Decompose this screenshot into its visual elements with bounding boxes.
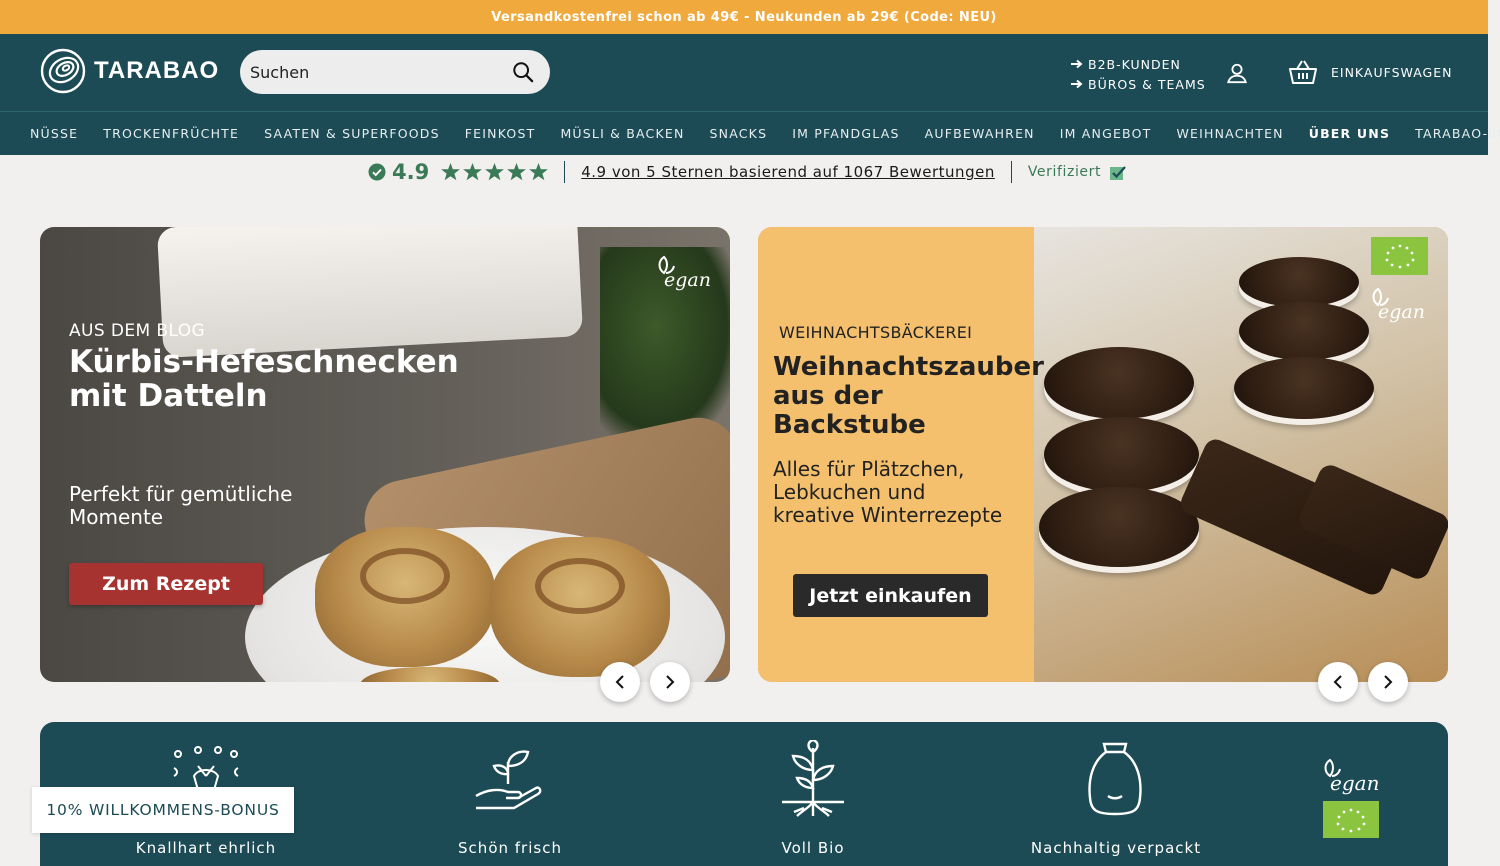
chevron-left-icon xyxy=(1333,675,1342,689)
main-nav: NÜSSE TROCKENFRÜCHTE SAATEN & SUPERFOODS… xyxy=(0,111,1500,155)
bag-icon xyxy=(1088,742,1142,816)
cookie xyxy=(1039,487,1199,567)
search-box xyxy=(240,50,550,94)
vegan-logo-icon: egan xyxy=(1372,287,1425,323)
rating-score: 4.9 xyxy=(392,160,430,184)
nav-item-saaten-superfoods[interactable]: SAATEN & SUPERFOODS xyxy=(264,126,440,141)
logo[interactable]: TARABAO xyxy=(40,48,219,94)
star-icon xyxy=(507,163,527,181)
logo-text: TARABAO xyxy=(94,57,220,84)
vegan-logo-icon: egan xyxy=(1324,758,1379,795)
offices-label: BÜROS & TEAMS xyxy=(1088,76,1206,92)
eu-leaf-icon xyxy=(1336,808,1366,832)
cookie xyxy=(1239,302,1369,360)
eu-organic-icon xyxy=(1371,237,1428,275)
plant-hand-icon xyxy=(475,750,542,810)
verified-badge: Verifiziert xyxy=(1028,164,1126,181)
nav-item-im-angebot[interactable]: IM ANGEBOT xyxy=(1060,126,1152,141)
basket-icon xyxy=(1289,60,1317,84)
cookie xyxy=(1044,417,1199,492)
welcome-bonus-label: 10% WILLKOMMENS-BONUS xyxy=(46,801,280,819)
slider1-prev-button[interactable] xyxy=(600,662,640,702)
usp-label: Nachhaltig verpackt xyxy=(1030,839,1202,857)
usp-label: Knallhart ehrlich xyxy=(135,839,277,857)
svg-text:egan: egan xyxy=(1378,301,1425,323)
slide-kicker: AUS DEM BLOG xyxy=(69,321,206,341)
chevron-left-icon xyxy=(615,675,624,689)
cookie xyxy=(1239,257,1359,307)
blog-slide[interactable]: egan AUS DEM BLOG Kürbis-Hefeschnecken m… xyxy=(40,227,730,682)
slide-kicker: WEIHNACHTSBÄCKEREI xyxy=(779,323,973,342)
eu-leaf-icon xyxy=(1385,244,1414,269)
cart-link[interactable]: EINKAUFSWAGEN xyxy=(1289,59,1452,85)
slider1-next-button[interactable] xyxy=(650,662,690,702)
cookie xyxy=(1234,357,1374,419)
business-links: B2B-KUNDEN BÜROS & TEAMS xyxy=(1071,54,1206,94)
svg-text:egan: egan xyxy=(1330,771,1379,795)
account-icon[interactable] xyxy=(1226,62,1248,84)
arrow-right-icon xyxy=(1071,79,1083,89)
tarabao-logo-icon xyxy=(40,48,86,94)
chevron-right-icon xyxy=(666,675,675,689)
promo-panel: WEIHNACHTSBÄCKEREI Weihnachtszauber aus … xyxy=(758,227,1044,682)
nav-item-im-pfandglas[interactable]: IM PFANDGLAS xyxy=(792,126,899,141)
nav-item-nuesse[interactable]: NÜSSE xyxy=(30,126,78,141)
nav-item-ueber-uns[interactable]: ÜBER UNS xyxy=(1309,126,1390,141)
nav-item-aufbewahren[interactable]: AUFBEWAHREN xyxy=(925,126,1035,141)
star-icon xyxy=(485,163,505,181)
cinnamon-roll-image xyxy=(490,537,670,677)
verified-check-icon xyxy=(1110,165,1126,180)
star-icon xyxy=(529,163,549,181)
plant-roots-icon xyxy=(782,740,844,817)
slide-subtitle: Alles für Plätzchen, Lebkuchen und kreat… xyxy=(773,457,1003,527)
chevron-right-icon xyxy=(1384,675,1393,689)
star-rating xyxy=(441,163,549,181)
slider2-prev-button[interactable] xyxy=(1318,662,1358,702)
usp-label: Voll Bio xyxy=(781,839,845,857)
slide-title: Kürbis-Hefeschnecken mit Datteln xyxy=(69,344,459,414)
cart-label: EINKAUFSWAGEN xyxy=(1331,64,1453,80)
rating-bar: 4.9 4.9 von 5 Sternen basierend auf 1067… xyxy=(368,158,1126,186)
slide-title: Weihnachtszauber aus der Backstube xyxy=(773,352,1044,440)
verified-label: Verifiziert xyxy=(1027,164,1102,180)
svg-text:egan: egan xyxy=(664,269,711,291)
nav-item-weihnachten[interactable]: WEIHNACHTEN xyxy=(1176,126,1283,141)
b2b-link[interactable]: B2B-KUNDEN xyxy=(1071,54,1206,74)
star-icon xyxy=(463,163,483,181)
divider xyxy=(1010,161,1012,183)
vegan-logo-icon: egan xyxy=(658,255,711,291)
cinnamon-roll-image xyxy=(315,527,495,667)
nav-item-trockenfruechte[interactable]: TROCKENFRÜCHTE xyxy=(103,126,239,141)
search-input[interactable] xyxy=(250,58,500,86)
nav-item-tarabao-blog[interactable]: TARABAO-BLOG xyxy=(1415,126,1500,141)
recipe-button[interactable]: Zum Rezept xyxy=(69,563,263,605)
christmas-slide[interactable]: egan WEIHNACHTSBÄCKEREI Weihnachtszauber… xyxy=(758,227,1448,682)
b2b-label: B2B-KUNDEN xyxy=(1088,56,1181,72)
star-icon xyxy=(441,163,461,181)
announcement-bar: Versandkostenfrei schon ab 49€ - Neukund… xyxy=(0,0,1488,34)
usp-label: Schön frisch xyxy=(458,839,562,857)
divider xyxy=(564,161,566,183)
search-icon[interactable] xyxy=(512,61,534,83)
welcome-bonus-button[interactable]: 10% WILLKOMMENS-BONUS xyxy=(32,787,294,833)
nav-item-feinkost[interactable]: FEINKOST xyxy=(465,126,536,141)
eu-organic-icon xyxy=(1323,801,1379,838)
shop-now-button[interactable]: Jetzt einkaufen xyxy=(793,574,988,617)
nav-item-snacks[interactable]: SNACKS xyxy=(710,126,768,141)
baking-dish-image xyxy=(156,227,584,358)
slide-subtitle: Perfekt für gemütliche Momente xyxy=(69,482,293,529)
site-header: TARABAO B2B-KUNDEN BÜROS & TEAMS EINKA xyxy=(0,34,1488,111)
arrow-right-icon xyxy=(1071,59,1083,69)
offices-link[interactable]: BÜROS & TEAMS xyxy=(1071,74,1206,94)
rating-summary-link[interactable]: 4.9 von 5 Sternen basierend auf 1067 Bew… xyxy=(581,163,995,181)
cookie xyxy=(1044,347,1194,419)
announcement-text: Versandkostenfrei schon ab 49€ - Neukund… xyxy=(491,9,997,25)
slider2-next-button[interactable] xyxy=(1368,662,1408,702)
check-circle-icon xyxy=(368,163,386,181)
nav-item-muesli-backen[interactable]: MÜSLI & BACKEN xyxy=(560,126,684,141)
